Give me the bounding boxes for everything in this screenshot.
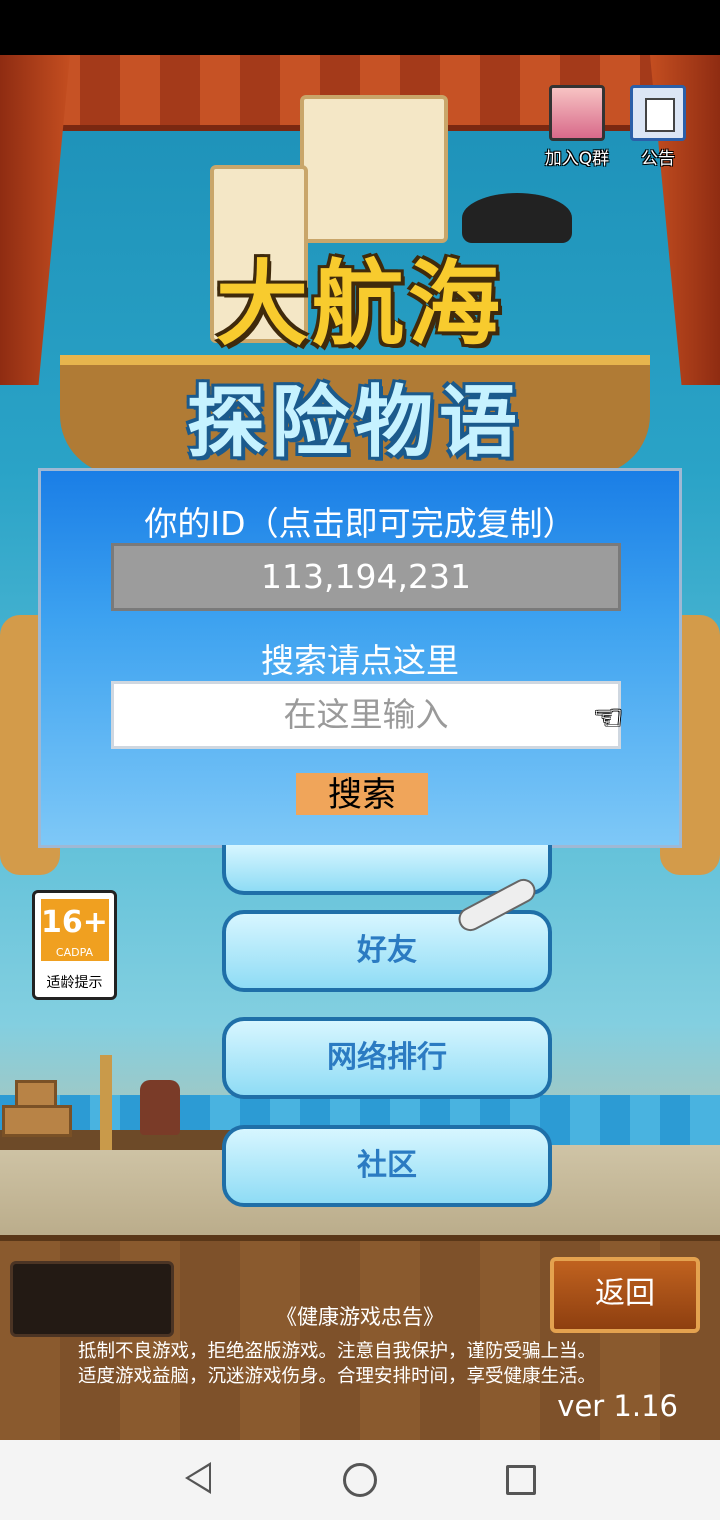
community-button[interactable]: 社区: [222, 1125, 552, 1207]
health-advice-line2: 适度游戏益脑，沉迷游戏伤身。合理安排时间，享受健康生活。: [78, 1366, 597, 1387]
version-label: ver 1.16: [557, 1389, 678, 1423]
navigation-bar: [0, 1440, 720, 1520]
crate: [2, 1105, 72, 1137]
search-button[interactable]: 搜索: [296, 773, 428, 815]
pirate-character: [140, 1080, 180, 1135]
nav-recents-icon[interactable]: [506, 1465, 536, 1495]
game-logo-subtitle: 探险物语: [186, 378, 523, 468]
game-screen: 大航海 探险物语 加入Q群 公告 你的ID（点击即可完成复制） 113,194,…: [0, 55, 720, 1440]
nav-back-icon[interactable]: [185, 1462, 211, 1494]
announcement-icon[interactable]: [630, 85, 686, 141]
curtain-left: [0, 55, 70, 385]
join-group-label[interactable]: 加入Q群: [540, 144, 614, 169]
search-label: 搜索请点这里: [261, 641, 459, 680]
ship-sail: [300, 95, 448, 243]
friend-search-dialog: 你的ID（点击即可完成复制） 113,194,231 搜索请点这里 在这里输入 …: [38, 468, 682, 848]
game-logo-title: 大航海: [215, 251, 504, 358]
age-rating-badge: 16+ CADPA 适龄提示: [32, 890, 117, 1000]
nav-home-icon[interactable]: [343, 1463, 377, 1497]
join-group-icon[interactable]: [549, 85, 605, 141]
age-rating-org: CADPA: [55, 946, 94, 959]
announcement-label[interactable]: 公告: [630, 144, 686, 169]
dock-post: [100, 1055, 112, 1150]
bottom-panel: 返回 《健康游戏忠告》 抵制不良游戏，拒绝盗版游戏。注意自我保护，谨防受骗上当。…: [0, 1235, 720, 1440]
search-input[interactable]: 在这里输入: [111, 681, 621, 749]
status-bar: [0, 0, 720, 55]
friends-button[interactable]: 好友: [222, 910, 552, 992]
age-rating-tip: 适龄提示: [46, 975, 103, 991]
health-advice-line1: 抵制不良游戏，拒绝盗版游戏。注意自我保护，谨防受骗上当。: [78, 1341, 597, 1362]
health-advice-title: 《健康游戏忠告》: [276, 1305, 444, 1329]
player-id-box[interactable]: 113,194,231: [111, 543, 621, 611]
leaderboard-button[interactable]: 网络排行: [222, 1017, 552, 1099]
pointing-hand-icon: ☜: [593, 698, 624, 738]
your-id-label[interactable]: 你的ID（点击即可完成复制）: [41, 497, 679, 545]
